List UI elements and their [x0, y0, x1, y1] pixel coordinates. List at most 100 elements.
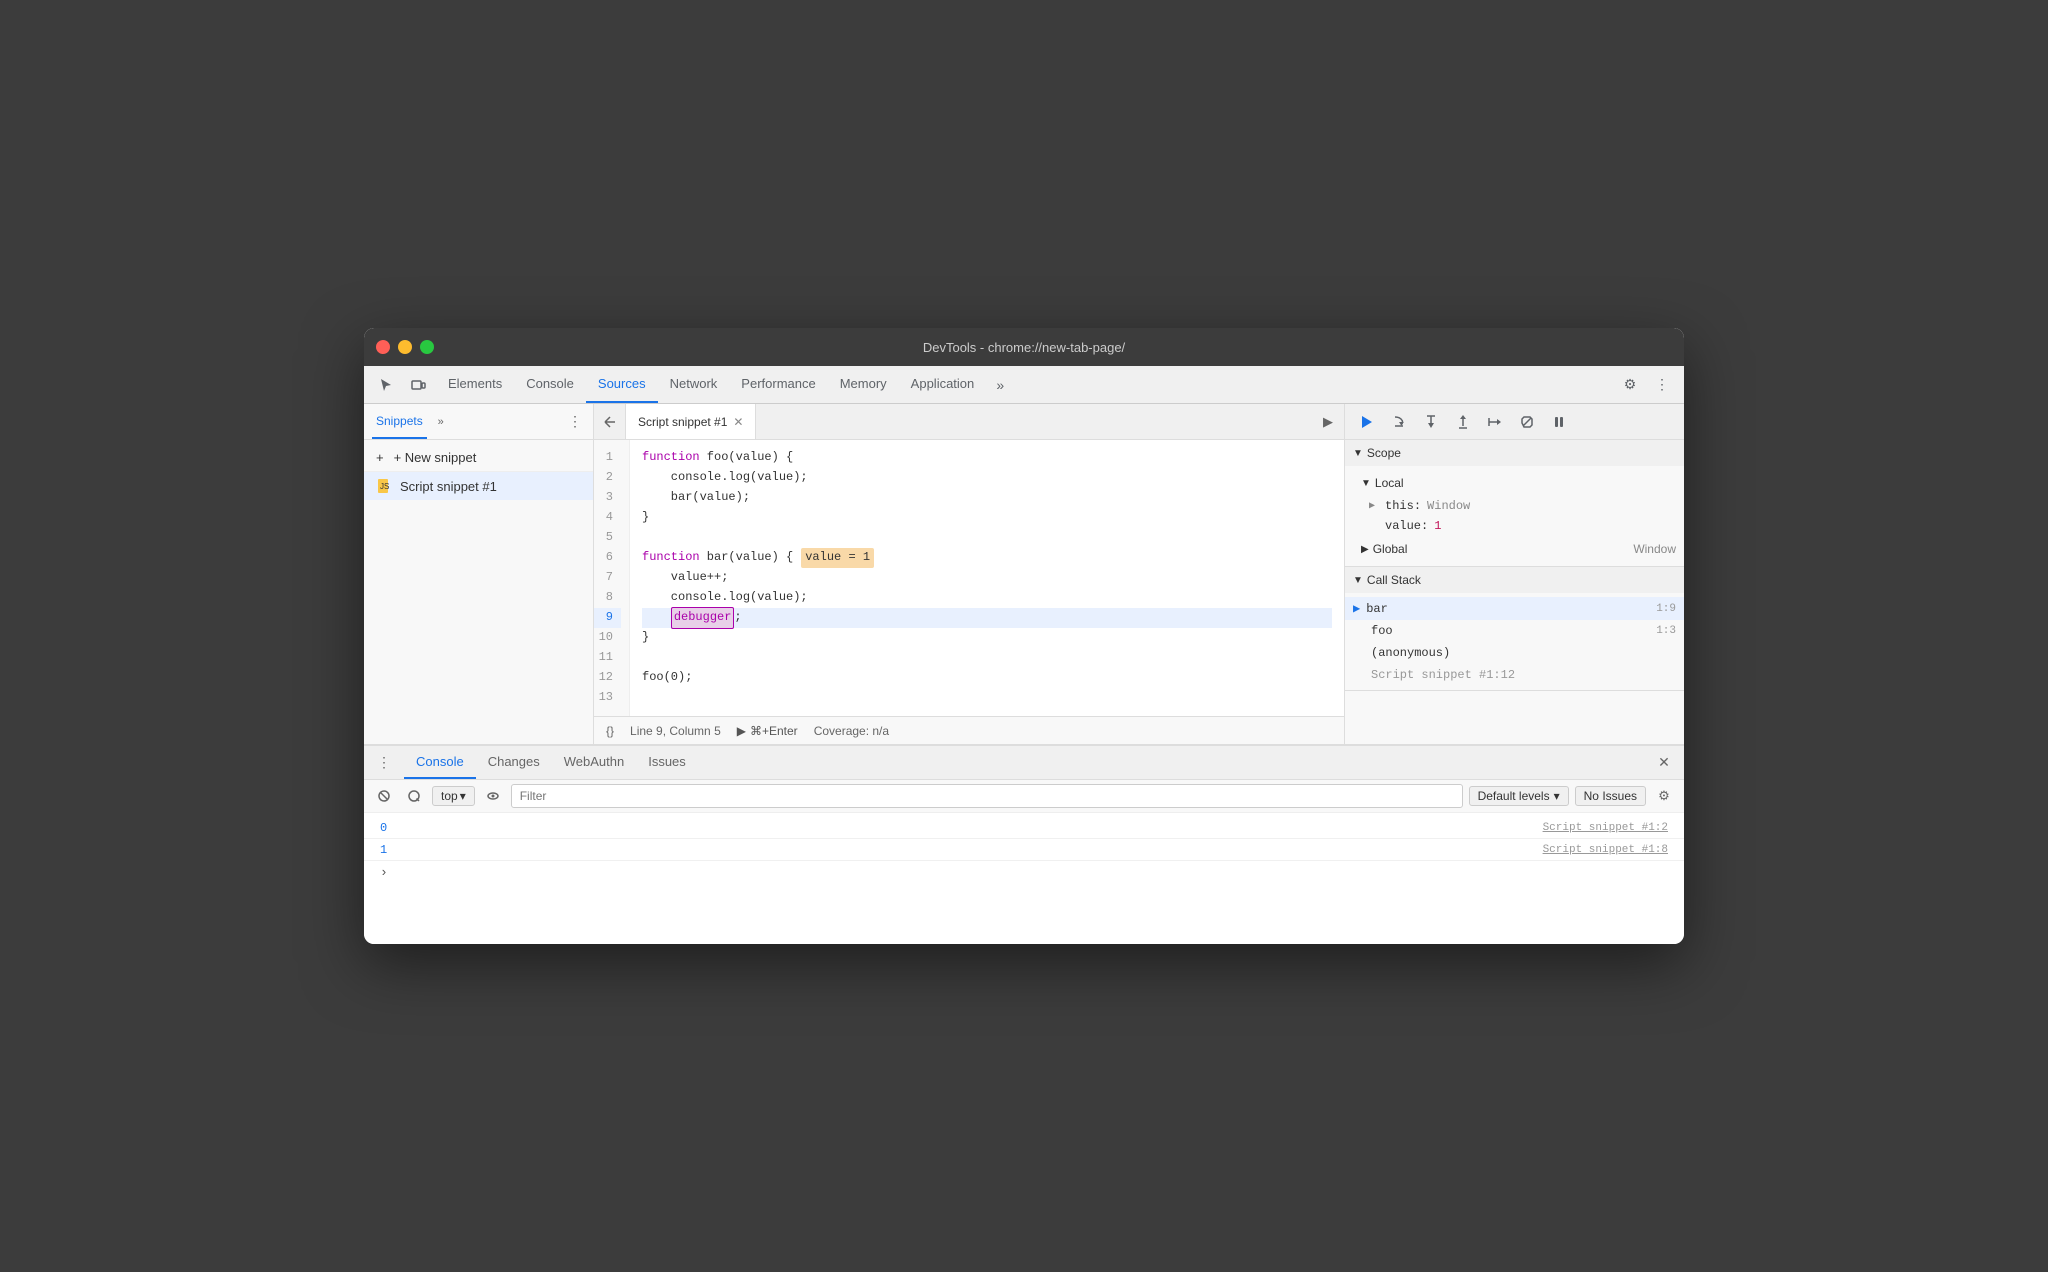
console-content: 0 Script snippet #1:2 1 Script snippet #…: [364, 813, 1684, 944]
sidebar-content: + + New snippet JS Script snippet #1: [364, 440, 593, 744]
pause-on-exceptions-btn[interactable]: [1545, 408, 1573, 436]
right-panel: ▼ Scope ▼ Local ▶ this: Window: [1344, 404, 1684, 744]
chevron-down-icon: ▾: [460, 789, 466, 803]
console-value-1: 1: [380, 843, 387, 857]
step-out-btn[interactable]: [1449, 408, 1477, 436]
scope-header[interactable]: ▼ Scope: [1345, 440, 1684, 466]
eye-icon-btn[interactable]: [481, 784, 505, 808]
scope-title: Scope: [1367, 446, 1401, 460]
more-tabs-btn[interactable]: »: [986, 371, 1014, 399]
scope-content: ▼ Local ▶ this: Window value: 1: [1345, 466, 1684, 566]
bottom-tab-webauthn[interactable]: WebAuthn: [552, 746, 636, 779]
local-label: Local: [1375, 476, 1404, 490]
no-issues-btn[interactable]: No Issues: [1575, 786, 1646, 806]
code-line-1: function foo(value) {: [642, 448, 1332, 468]
format-btn[interactable]: {}: [606, 724, 614, 738]
tab-application[interactable]: Application: [899, 366, 987, 403]
line-num-6: 6: [594, 548, 621, 568]
scope-triangle: ▼: [1353, 448, 1363, 459]
console-settings-btn[interactable]: ⚙: [1652, 784, 1676, 808]
line-num-8: 8: [594, 588, 621, 608]
local-scope-header[interactable]: ▼ Local: [1345, 470, 1684, 496]
coverage-status: Coverage: n/a: [814, 724, 889, 738]
content-wrapper: Snippets » ⋮ + + New snippet JS: [364, 404, 1684, 944]
minimize-button[interactable]: [398, 340, 412, 354]
global-label: Global: [1373, 542, 1634, 556]
console-line-1: 1 Script snippet #1:8: [364, 839, 1684, 861]
bottom-tab-console[interactable]: Console: [404, 746, 476, 779]
resume-btn[interactable]: [1353, 408, 1381, 436]
filter-btn[interactable]: [402, 784, 426, 808]
tab-sources[interactable]: Sources: [586, 366, 658, 403]
bottom-tab-issues[interactable]: Issues: [636, 746, 698, 779]
plus-icon: +: [376, 450, 384, 465]
content-area: Snippets » ⋮ + + New snippet JS: [364, 404, 1684, 744]
prompt-arrow-icon: ›: [380, 865, 388, 880]
clear-console-btn[interactable]: [372, 784, 396, 808]
line-col-status: Line 9, Column 5: [630, 724, 721, 738]
code-editor: 1 2 3 4 5 6 7 8 9 10 11 12 13: [594, 440, 1344, 716]
editor-run-btn[interactable]: ▶: [1312, 404, 1344, 439]
editor-tab-close[interactable]: ✕: [733, 415, 743, 429]
line-num-4: 4: [594, 508, 621, 528]
console-prompt[interactable]: ›: [364, 861, 1684, 884]
tab-performance[interactable]: Performance: [729, 366, 827, 403]
run-snippet-btn[interactable]: ▶ ⌘+Enter: [737, 724, 798, 738]
scope-value-item: value: 1: [1345, 516, 1684, 536]
console-line-0: 0 Script snippet #1:2: [364, 817, 1684, 839]
code-line-4: }: [642, 508, 1332, 528]
deactivate-btn[interactable]: [1513, 408, 1541, 436]
maximize-button[interactable]: [420, 340, 434, 354]
device-toolbar-btn[interactable]: [404, 371, 432, 399]
call-stack-header[interactable]: ▼ Call Stack: [1345, 567, 1684, 593]
line-num-11: 11: [594, 648, 621, 668]
more-options-btn[interactable]: ⋮: [1648, 371, 1676, 399]
line-num-1: 1: [594, 448, 621, 468]
step-over-btn[interactable]: [1385, 408, 1413, 436]
tab-console[interactable]: Console: [514, 366, 586, 403]
code-content[interactable]: function foo(value) { console.log(value)…: [630, 440, 1344, 716]
levels-chevron-icon: ▾: [1554, 789, 1560, 803]
sidebar-menu-btn[interactable]: ⋮: [565, 412, 585, 432]
code-line-2: console.log(value);: [642, 468, 1332, 488]
bottom-close-btn[interactable]: ✕: [1652, 751, 1676, 775]
sidebar-more-btn[interactable]: »: [431, 412, 451, 432]
step-into-btn[interactable]: [1417, 408, 1445, 436]
code-line-12: foo(0);: [642, 668, 1332, 688]
bottom-menu-btn[interactable]: ⋮: [372, 751, 396, 775]
code-line-11: [642, 648, 1332, 668]
default-levels-label: Default levels: [1478, 789, 1550, 803]
snippets-tab[interactable]: Snippets: [372, 404, 427, 439]
console-source-0[interactable]: Script snippet #1:2: [1543, 822, 1668, 834]
devtools-window: DevTools - chrome://new-tab-page/ Elemen…: [364, 328, 1684, 944]
callstack-anon[interactable]: (anonymous): [1345, 642, 1684, 664]
default-levels-btn[interactable]: Default levels ▾: [1469, 786, 1569, 806]
line-num-10: 10: [594, 628, 621, 648]
editor-tabs: Script snippet #1 ✕ ▶: [594, 404, 1344, 440]
step-btn[interactable]: [1481, 408, 1509, 436]
console-filter-input[interactable]: [511, 784, 1463, 808]
tab-network[interactable]: Network: [658, 366, 730, 403]
editor-area: Script snippet #1 ✕ ▶ 1 2 3 4 5 6 7 8: [594, 404, 1344, 744]
callstack-bar[interactable]: ▶ bar 1:9: [1345, 597, 1684, 620]
global-scope-header[interactable]: ▶ Global Window: [1345, 536, 1684, 562]
line-num-9: 9: [594, 608, 621, 628]
bottom-tab-changes[interactable]: Changes: [476, 746, 552, 779]
snippet-item[interactable]: JS Script snippet #1: [364, 472, 593, 500]
editor-tab-snippet[interactable]: Script snippet #1 ✕: [626, 404, 756, 439]
tab-elements[interactable]: Elements: [436, 366, 514, 403]
console-toolbar: top ▾ Default levels ▾ No Issues: [364, 780, 1684, 813]
line-num-7: 7: [594, 568, 621, 588]
editor-nav-back[interactable]: [594, 404, 626, 439]
settings-btn[interactable]: ⚙: [1616, 371, 1644, 399]
close-button[interactable]: [376, 340, 390, 354]
callstack-snippet-name: Script snippet #1:12: [1371, 668, 1676, 682]
cursor-icon-btn[interactable]: [372, 371, 400, 399]
callstack-snippet[interactable]: Script snippet #1:12: [1345, 664, 1684, 686]
callstack-foo[interactable]: foo 1:3: [1345, 620, 1684, 642]
tab-memory[interactable]: Memory: [828, 366, 899, 403]
console-source-1[interactable]: Script snippet #1:8: [1543, 844, 1668, 856]
top-selector[interactable]: top ▾: [432, 786, 475, 806]
new-snippet-btn[interactable]: + + New snippet: [364, 444, 593, 472]
call-stack-section: ▼ Call Stack ▶ bar 1:9 foo 1:3: [1345, 567, 1684, 691]
